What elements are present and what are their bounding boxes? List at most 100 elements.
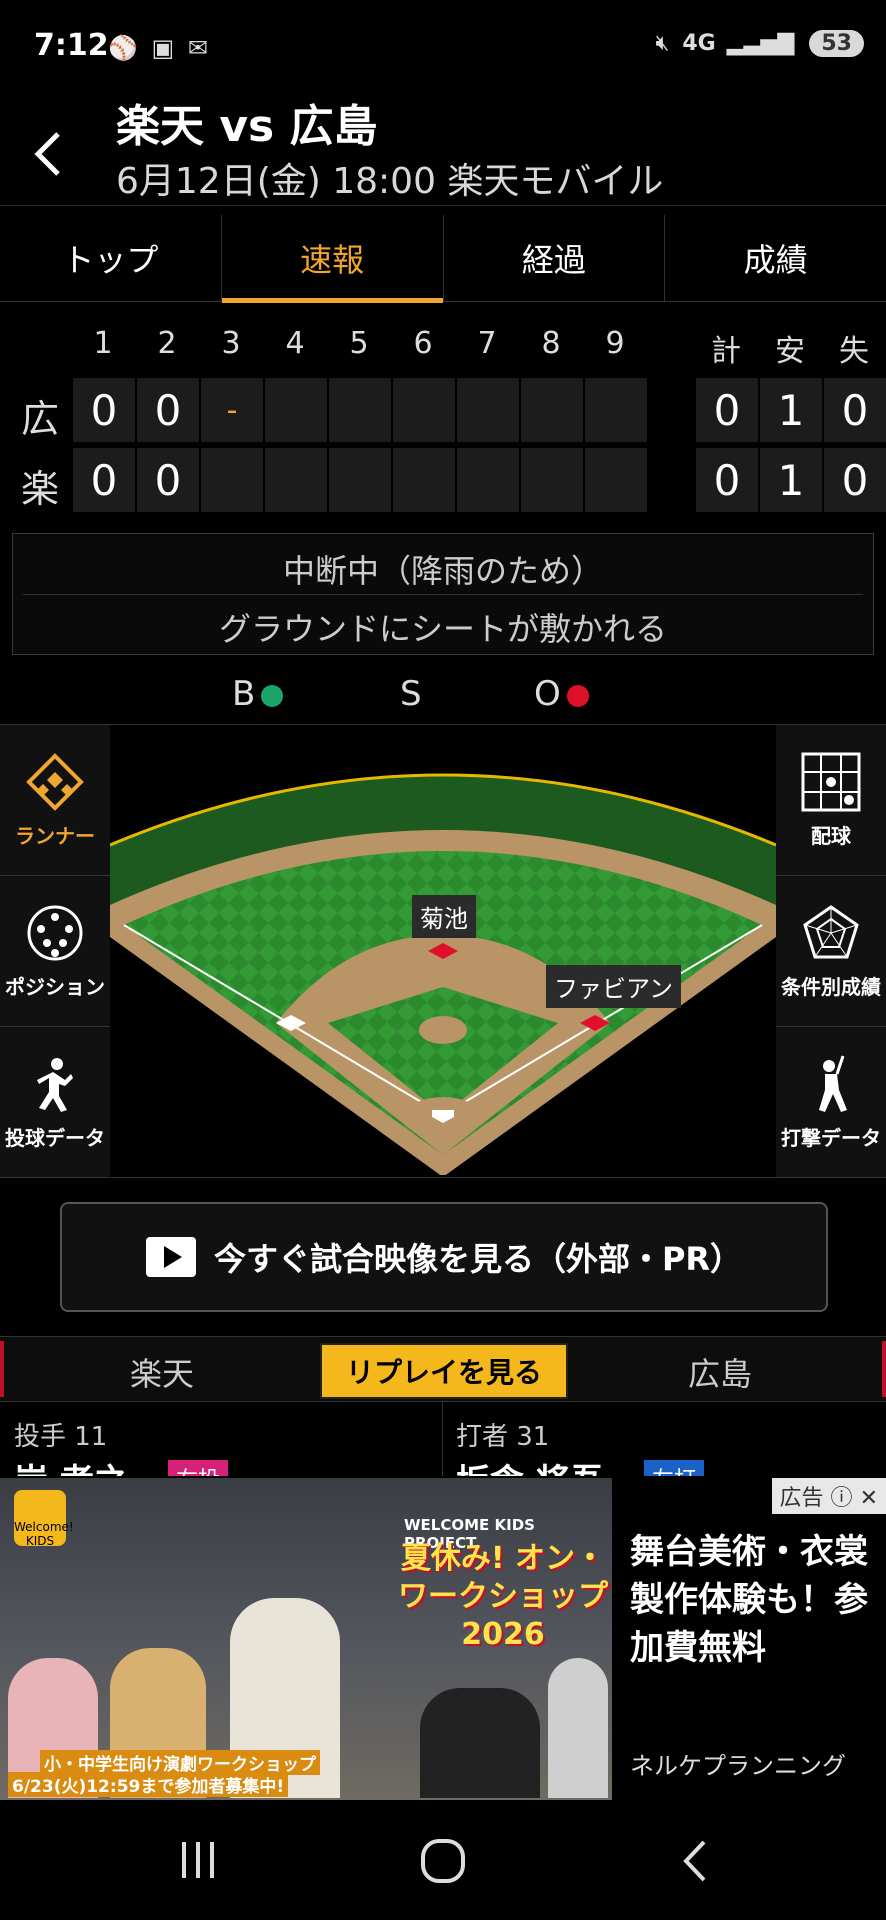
ad-headline[interactable]: 舞台美術・衣裳製作体験も！参加費無料	[630, 1528, 870, 1672]
ad-image[interactable]: Welcome! KIDS WELCOME KIDS PROJECT 夏休み! …	[0, 1478, 612, 1800]
watch-video-button[interactable]: 今すぐ試合映像を見る（外部・PR）	[60, 1202, 828, 1312]
batter-label: 打者 31	[456, 1422, 550, 1452]
total-errors: 0	[824, 448, 886, 512]
strike-label: S	[400, 674, 422, 714]
tab-bar: トップ 速報 経過 成績	[0, 215, 886, 303]
inning-header: 4	[285, 326, 305, 361]
pitching-data-button[interactable]: 投球データ	[0, 1027, 110, 1178]
inning-score: 0	[73, 448, 135, 512]
total-runs: 0	[696, 378, 758, 442]
game-status-box: 中断中（降雨のため） グラウンドにシートが敷かれる	[12, 533, 874, 655]
batter-name[interactable]: 坂倉 将吾	[456, 1454, 604, 1476]
replay-button[interactable]: リプレイを見る	[320, 1343, 568, 1399]
back-nav-icon[interactable]	[680, 1838, 710, 1894]
inning-header: 3	[221, 326, 241, 361]
matchup-panel: 投手 11 岸 孝之 右投 打者 31 坂倉 将吾 左打	[0, 1402, 886, 1476]
play-icon	[145, 1237, 196, 1277]
signal-icon: ▂▃▅▇	[726, 31, 795, 56]
inning-header: 6	[413, 326, 433, 361]
ad-banner[interactable]: Welcome! KIDS WELCOME KIDS PROJECT 夏休み! …	[0, 1478, 886, 1803]
inning-score: 0	[137, 378, 199, 442]
ad-caption-2: 6/23(火)12:59まで参加者募集中!	[8, 1772, 289, 1797]
status-detail: グラウンドにシートが敷かれる	[218, 610, 667, 648]
ad-logo: Welcome! KIDS	[14, 1490, 74, 1548]
watch-video-label: 今すぐ試合映像を見る（外部・PR）	[213, 1240, 743, 1278]
runner-second-label: 菊池	[412, 895, 476, 938]
inning-score	[585, 378, 647, 442]
tab-away-team[interactable]: 広島	[688, 1349, 752, 1395]
ball-count: B	[232, 674, 284, 714]
ad-info-icon[interactable]: ⓘ	[831, 1486, 853, 1511]
tab-stats[interactable]: 成績	[665, 215, 886, 301]
battery-indicator: 53	[809, 30, 864, 57]
pitch-grid-icon	[801, 752, 861, 811]
total-runs-header: 計	[711, 334, 741, 369]
position-view-label: ポジション	[5, 974, 105, 999]
clock: 7:12	[34, 28, 109, 63]
count-display: B S O	[0, 670, 886, 720]
inning-header: 1	[93, 326, 113, 361]
pitcher-hand-badge: 右投	[168, 1460, 229, 1476]
split-stats-button[interactable]: 条件別成績	[776, 876, 886, 1027]
batting-data-label: 打撃データ	[781, 1125, 881, 1150]
inning-score	[585, 448, 647, 512]
team-abbr: 広	[20, 397, 59, 441]
scoreboard: 1 2 3 4 5 6 7 8 9 計 安 失 広 0 0 - 0 1 0 楽 …	[0, 320, 886, 520]
total-hits: 1	[760, 378, 822, 442]
inning-score	[521, 448, 583, 512]
screenshot-icon: ▣	[151, 34, 175, 62]
ball-label: B	[232, 674, 256, 714]
recent-apps-icon[interactable]	[178, 1838, 218, 1892]
inning-score	[265, 448, 327, 512]
inning-header: 7	[477, 326, 497, 361]
inning-score	[457, 448, 519, 512]
runner-view-button[interactable]: ランナー	[0, 725, 110, 876]
network-label: 4G	[682, 31, 716, 56]
team-color-bar	[0, 1341, 4, 1397]
position-view-button[interactable]: ポジション	[0, 876, 110, 1027]
ad-tag[interactable]: 広告 ⓘ ✕	[771, 1478, 886, 1514]
tab-top[interactable]: トップ	[0, 215, 222, 301]
out-label: O	[534, 674, 561, 714]
inning-score	[521, 378, 583, 442]
position-icon	[27, 905, 83, 960]
total-hits-header: 安	[775, 334, 805, 369]
mute-icon: 🔇︎	[655, 31, 670, 56]
runner-view-label: ランナー	[15, 823, 95, 848]
team-abbr: 楽	[20, 467, 59, 511]
tab-home-team[interactable]: 楽天	[130, 1349, 194, 1395]
inning-score	[393, 378, 455, 442]
back-icon[interactable]	[30, 128, 66, 192]
pitch-chart-button[interactable]: 配球	[776, 725, 886, 876]
strike-count: S	[400, 674, 422, 714]
tab-progress[interactable]: 経過	[444, 215, 666, 301]
game-header: 楽天 vs 広島 6月12日(金) 18:00 楽天モバイル	[0, 80, 886, 206]
divider	[23, 594, 863, 595]
home-icon[interactable]	[420, 1838, 466, 1894]
close-icon[interactable]: ✕	[860, 1486, 878, 1511]
team-color-bar	[882, 1341, 886, 1397]
pitcher-name[interactable]: 岸 孝之	[14, 1454, 128, 1476]
column-divider	[442, 1402, 443, 1476]
tab-live[interactable]: 速報	[221, 215, 444, 303]
runner-first-label: ファビアン	[546, 965, 682, 1008]
ad-sponsor: ネルケプランニング	[630, 1752, 846, 1780]
total-errors-header: 失	[839, 334, 869, 369]
runner-diamond-icon	[26, 752, 84, 811]
field-panel: 菊池 ファビアン ランナー ポジション 投球データ 配球 条件別成績 打撃データ	[0, 724, 886, 1178]
ad-label: 広告	[779, 1486, 824, 1511]
out-count: O	[534, 674, 589, 714]
total-errors: 0	[824, 378, 886, 442]
out-dot	[566, 684, 589, 707]
baseball-field	[110, 773, 776, 1175]
game-subtitle: 6月12日(金) 18:00 楽天モバイル	[116, 161, 664, 202]
batter-icon	[819, 1055, 847, 1112]
batting-data-button[interactable]: 打撃データ	[776, 1027, 886, 1178]
inning-score: 0	[73, 378, 135, 442]
ball-dot	[261, 684, 284, 707]
inning-score	[329, 448, 391, 512]
pitcher-label: 投手 11	[14, 1422, 108, 1452]
inning-score	[457, 378, 519, 442]
batter-hand-badge: 左打	[644, 1460, 705, 1476]
inning-header: 8	[541, 326, 561, 361]
